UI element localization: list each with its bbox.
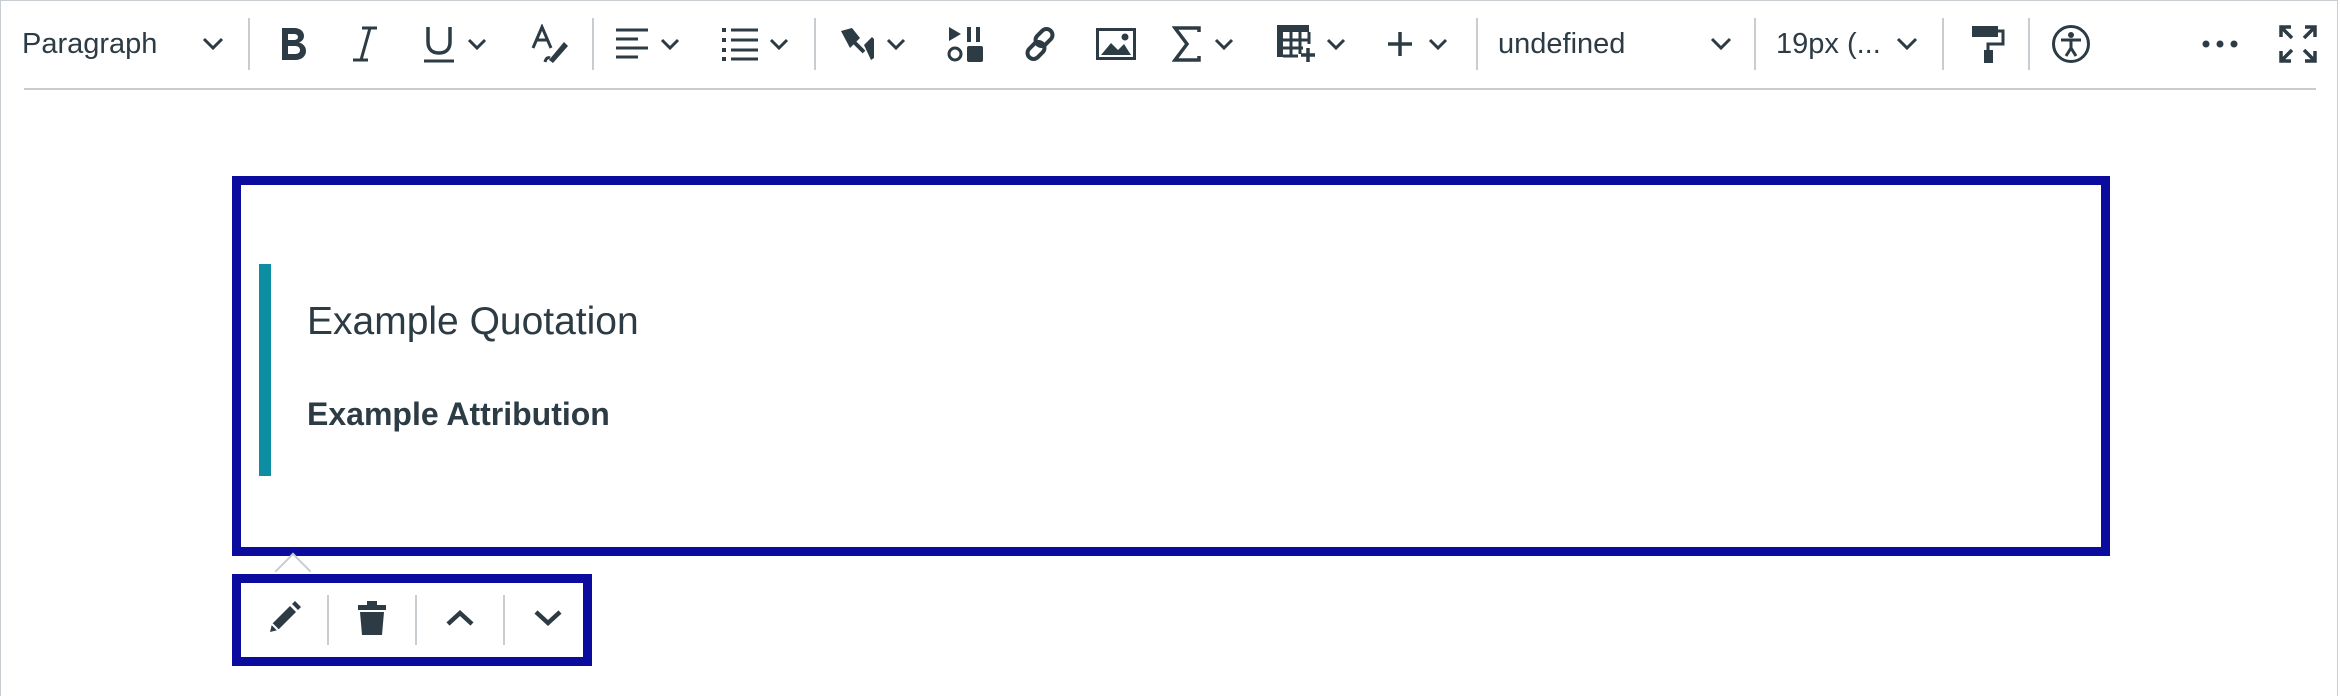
underline-button[interactable]	[412, 0, 496, 88]
table-button[interactable]	[1270, 0, 1352, 88]
chevron-down-icon	[769, 38, 789, 50]
pen-button[interactable]	[830, 0, 914, 88]
toolbar-divider	[1476, 18, 1478, 70]
quote-attribution[interactable]: Example Attribution	[307, 396, 610, 433]
align-left-icon	[614, 27, 650, 61]
chevron-down-icon	[1892, 0, 1922, 88]
plus-icon	[1386, 30, 1414, 58]
block-format-value: Paragraph	[22, 28, 158, 60]
delete-block-button[interactable]	[329, 583, 415, 657]
table-icon	[1276, 24, 1316, 64]
move-block-up-button[interactable]	[417, 583, 503, 657]
move-block-down-button[interactable]	[505, 583, 591, 657]
media-button[interactable]	[940, 0, 992, 88]
edit-block-button[interactable]	[241, 583, 327, 657]
toolbar-divider	[1754, 18, 1756, 70]
toolbar-divider	[248, 18, 250, 70]
chevron-down-icon	[886, 38, 906, 50]
edit-icon	[266, 600, 302, 641]
text-color-icon	[530, 24, 570, 64]
chevron-down-icon	[467, 38, 487, 50]
equation-button[interactable]	[1162, 0, 1244, 88]
quote-accent-bar	[259, 264, 271, 476]
chevron-down-icon	[1214, 38, 1234, 50]
align-button[interactable]	[606, 0, 688, 88]
list-button[interactable]	[714, 0, 796, 88]
bulleted-list-icon	[721, 26, 759, 62]
font-size-value: 19px (...	[1776, 28, 1881, 60]
font-family-value: undefined	[1498, 28, 1626, 60]
link-icon	[1021, 25, 1059, 63]
block-actions-toolbar	[232, 574, 592, 666]
format-painter-button[interactable]	[1958, 0, 2018, 88]
chevron-down-icon	[1326, 38, 1346, 50]
sigma-icon	[1172, 25, 1202, 63]
image-icon	[1096, 28, 1136, 60]
toolbar-divider	[2028, 18, 2030, 70]
font-size-select[interactable]: 19px (...	[1768, 0, 1928, 88]
media-icon	[947, 25, 985, 63]
trash-icon	[357, 600, 387, 641]
quote-text[interactable]: Example Quotation	[307, 300, 639, 344]
chevron-down-icon	[198, 0, 228, 88]
toolbar-divider	[1942, 18, 1944, 70]
bold-button[interactable]	[266, 0, 320, 88]
image-button[interactable]	[1090, 0, 1142, 88]
chevron-down-icon	[1706, 0, 1736, 88]
fullscreen-button[interactable]	[2270, 0, 2326, 88]
chevron-down-icon	[1428, 38, 1448, 50]
underline-icon	[421, 24, 457, 64]
toolbar-divider-line	[24, 88, 2316, 90]
block-format-select[interactable]: Paragraph	[10, 0, 232, 88]
insert-button[interactable]	[1378, 0, 1456, 88]
italic-button[interactable]	[338, 0, 392, 88]
italic-icon	[351, 25, 379, 63]
link-button[interactable]	[1014, 0, 1066, 88]
font-family-select[interactable]: undefined	[1490, 0, 1754, 88]
quote-block-selected[interactable]	[232, 176, 2110, 556]
text-color-button[interactable]	[522, 0, 578, 88]
move-up-icon	[445, 609, 475, 632]
more-button[interactable]	[2194, 0, 2246, 88]
more-icon	[2202, 40, 2238, 48]
toolbar-divider	[814, 18, 816, 70]
chevron-down-icon	[660, 38, 680, 50]
bold-icon	[277, 25, 309, 63]
editor-toolbar: Paragraph undefined 19px (...	[0, 0, 2340, 88]
pen-icon	[838, 25, 876, 63]
fullscreen-icon	[2279, 25, 2317, 63]
toolbar-divider	[592, 18, 594, 70]
paint-roller-icon	[1970, 24, 2006, 64]
accessibility-checker-button[interactable]	[2042, 0, 2100, 88]
move-down-icon	[533, 609, 563, 632]
accessibility-icon	[2051, 24, 2091, 64]
